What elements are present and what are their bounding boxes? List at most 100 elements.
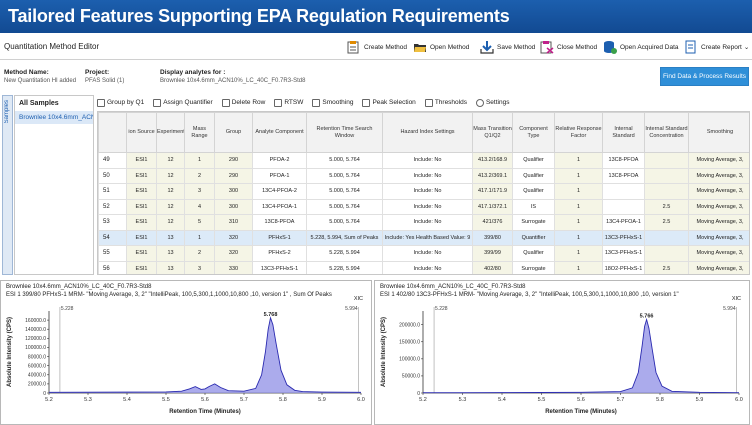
table-cell-src[interactable]: ESI1 xyxy=(126,167,157,184)
table-cell-comp[interactable]: 13C8-PFOA xyxy=(252,214,307,231)
table-cell-isc[interactable] xyxy=(644,245,689,262)
table-row[interactable]: 55 ESI1 13 2 320 PFHxS-2 5.228, 5.994 Include: … xyxy=(98,245,749,262)
table-cell-sm[interactable]: Moving Average, 3, xyxy=(688,229,749,246)
table-cell-mr[interactable]: 2 xyxy=(184,245,215,262)
table-cell-comp[interactable]: PFOA-1 xyxy=(252,167,307,184)
table-cell-comp[interactable]: PFHxS-1 xyxy=(252,229,307,246)
table-cell-isc[interactable] xyxy=(644,229,689,246)
table-cell-exp[interactable]: 13 xyxy=(156,260,185,274)
table-cell-rrf[interactable]: 1 xyxy=(554,214,603,231)
table-cell-n[interactable]: 52 xyxy=(98,198,127,215)
table-cell-type[interactable]: Qualifier xyxy=(512,152,555,169)
table-cell-mt[interactable]: 413.2/168.9 xyxy=(472,152,513,169)
table-cell-n[interactable]: 56 xyxy=(98,260,127,274)
table-cell-isc[interactable] xyxy=(644,183,689,200)
table-cell-is[interactable]: 13C8-PFOA xyxy=(602,152,645,169)
table-cell-is[interactable]: 13C4-PFOA-1 xyxy=(602,214,645,231)
table-cell-hi[interactable]: Include: No xyxy=(382,183,473,200)
table-cell-isc[interactable]: 2.5 xyxy=(644,198,689,215)
save-method-button[interactable]: Save Method xyxy=(480,38,535,56)
table-cell-n[interactable]: 54 xyxy=(98,229,127,246)
table-cell-rtsw[interactable]: 5.228, 5.994 xyxy=(306,260,383,274)
table-cell-type[interactable]: Qualifier xyxy=(512,167,555,184)
table-cell-hi[interactable]: Include: No xyxy=(382,167,473,184)
table-cell-exp[interactable]: 12 xyxy=(156,214,185,231)
table-cell-rrf[interactable]: 1 xyxy=(554,245,603,262)
table-cell-n[interactable]: 51 xyxy=(98,183,127,200)
table-cell-grp[interactable]: 290 xyxy=(214,167,253,184)
create-report-button[interactable]: Create Report ⌄ xyxy=(684,38,749,56)
table-cell-is[interactable] xyxy=(602,198,645,215)
table-cell-comp[interactable]: PFOA-2 xyxy=(252,152,307,169)
table-cell-isc[interactable] xyxy=(644,167,689,184)
table-row[interactable]: 53 ESI1 12 5 310 13C8-PFOA 5.000, 5.764 Include… xyxy=(98,214,749,231)
table-cell-rrf[interactable]: 1 xyxy=(554,167,603,184)
table-cell-type[interactable]: Surrogate xyxy=(512,260,555,274)
table-cell-grp[interactable]: 300 xyxy=(214,183,253,200)
table-cell-is[interactable] xyxy=(602,183,645,200)
table-cell-sm[interactable]: Moving Average, 3, xyxy=(688,167,749,184)
table-cell-mr[interactable]: 4 xyxy=(184,198,215,215)
sample-item[interactable]: Brownlee 10x4.6mm_ACN xyxy=(15,111,93,124)
column-header[interactable]: Component Type xyxy=(512,112,555,153)
delete-row-button[interactable]: Delete Row xyxy=(221,98,265,107)
table-cell-type[interactable]: Surrogate xyxy=(512,214,555,231)
table-cell-n[interactable]: 50 xyxy=(98,167,127,184)
column-header[interactable] xyxy=(98,112,127,153)
table-cell-rrf[interactable]: 1 xyxy=(554,260,603,274)
table-cell-rtsw[interactable]: 5.000, 5.764 xyxy=(306,198,383,215)
table-cell-src[interactable]: ESI1 xyxy=(126,183,157,200)
table-cell-rtsw[interactable]: 5.000, 5.764 xyxy=(306,152,383,169)
close-method-button[interactable]: Close Method xyxy=(540,38,597,56)
rtsw-button[interactable]: RTSW xyxy=(274,98,303,107)
table-row[interactable]: 50 ESI1 12 2 290 PFOA-1 5.000, 5.764 Include: N… xyxy=(98,167,749,184)
chromatogram-right[interactable]: 0 50000.0 100000.0 150000.0 200000.0 5.2 5.3 5.… xyxy=(375,281,751,425)
table-cell-n[interactable]: 53 xyxy=(98,214,127,231)
table-cell-rrf[interactable]: 1 xyxy=(554,152,603,169)
column-header[interactable]: Experiment xyxy=(156,112,185,153)
table-cell-rtsw[interactable]: 5.228, 5.994, Sum of Peaks xyxy=(306,229,383,246)
table-cell-src[interactable]: ESI1 xyxy=(126,214,157,231)
column-header[interactable]: Analyte Component xyxy=(252,112,307,153)
table-cell-isc[interactable]: 2.5 xyxy=(644,214,689,231)
column-header[interactable]: Retention Time Search Window xyxy=(306,112,383,153)
table-cell-src[interactable]: ESI1 xyxy=(126,152,157,169)
column-header[interactable]: ion Source xyxy=(126,112,157,153)
table-cell-mt[interactable]: 421/376 xyxy=(472,214,513,231)
table-cell-exp[interactable]: 12 xyxy=(156,167,185,184)
column-header[interactable]: Internal Standard Concentration xyxy=(644,112,689,153)
table-cell-mt[interactable]: 417.1/372.1 xyxy=(472,198,513,215)
samples-tab[interactable]: Samples xyxy=(2,95,13,275)
find-data-process-button[interactable]: Find Data & Process Results xyxy=(660,67,749,86)
table-cell-exp[interactable]: 12 xyxy=(156,198,185,215)
table-cell-hi[interactable]: Include: No xyxy=(382,152,473,169)
table-cell-is[interactable]: 13C8-PFOA xyxy=(602,167,645,184)
smoothing-button[interactable]: Smoothing xyxy=(312,98,353,107)
table-cell-rrf[interactable]: 1 xyxy=(554,198,603,215)
table-cell-comp[interactable]: PFHxS-2 xyxy=(252,245,307,262)
display-analytes-select[interactable]: Brownlee 10x4.6mm_ACN10%_LC_40C_F0.7R3-S… xyxy=(160,78,305,84)
table-cell-grp[interactable]: 290 xyxy=(214,152,253,169)
column-header[interactable]: Relative Response Factor xyxy=(554,112,603,153)
table-cell-hi[interactable]: Include: Yes Health Based Value: 9 xyxy=(382,229,473,246)
table-row[interactable]: 51 ESI1 12 3 300 13C4-PFOA-2 5.000, 5.764 Inclu… xyxy=(98,183,749,200)
table-cell-exp[interactable]: 13 xyxy=(156,229,185,246)
column-header[interactable]: Smoothing xyxy=(688,112,749,153)
open-acquired-data-button[interactable]: Open Acquired Data xyxy=(603,38,679,56)
table-cell-rrf[interactable]: 1 xyxy=(554,183,603,200)
table-row[interactable]: 56 ESI1 13 3 330 13C3-PFHxS-1 5.228, 5.994 Incl… xyxy=(98,260,749,274)
table-cell-sm[interactable]: Moving Average, 3, xyxy=(688,245,749,262)
table-cell-mt[interactable]: 417.1/171.9 xyxy=(472,183,513,200)
table-cell-type[interactable]: Qualifier xyxy=(512,245,555,262)
table-cell-hi[interactable]: Include: No xyxy=(382,214,473,231)
table-cell-hi[interactable]: Include: No xyxy=(382,245,473,262)
table-cell-type[interactable]: IS xyxy=(512,198,555,215)
table-cell-comp[interactable]: 13C4-PFOA-2 xyxy=(252,183,307,200)
table-cell-exp[interactable]: 12 xyxy=(156,152,185,169)
table-cell-sm[interactable]: Moving Average, 3, xyxy=(688,152,749,169)
table-cell-mr[interactable]: 1 xyxy=(184,229,215,246)
table-cell-src[interactable]: ESI1 xyxy=(126,198,157,215)
table-cell-sm[interactable]: Moving Average, 3, xyxy=(688,260,749,274)
table-row[interactable]: 54 ESI1 13 1 320 PFHxS-1 5.228, 5.994, Sum of … xyxy=(98,229,749,246)
table-cell-mt[interactable]: 399/80 xyxy=(472,229,513,246)
